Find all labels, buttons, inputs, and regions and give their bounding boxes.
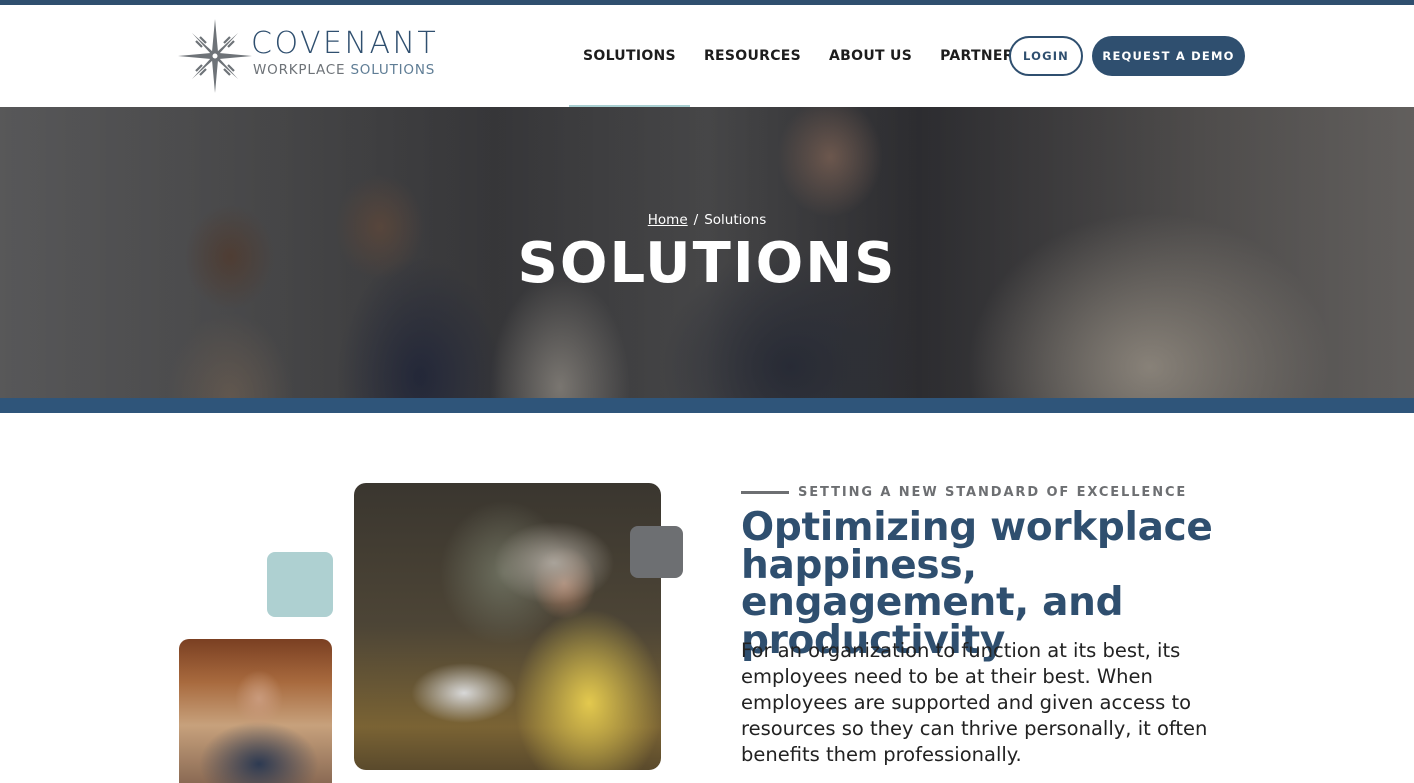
page-title: SOLUTIONS	[517, 231, 897, 296]
login-button[interactable]: LOGIN	[1009, 36, 1083, 76]
breadcrumb-home-link[interactable]: Home	[648, 212, 688, 228]
nav-item-about-us[interactable]: ABOUT US	[815, 5, 926, 107]
compass-star-icon	[178, 19, 252, 93]
nav-item-solutions[interactable]: SOLUTIONS	[569, 5, 690, 109]
breadcrumb-separator: /	[693, 212, 699, 228]
eyebrow-text: SETTING A NEW STANDARD OF EXCELLENCE	[798, 485, 1188, 500]
logo-tagline: WORKPLACE SOLUTIONS	[253, 62, 435, 78]
site-header: COVENANT WORKPLACE SOLUTIONS SOLUTIONS R…	[0, 5, 1414, 109]
section-body-text: For an organization to function at its b…	[741, 639, 1208, 766]
hero-bottom-band	[0, 398, 1414, 413]
logo-wordmark: COVENANT	[251, 26, 439, 61]
logo-link[interactable]: COVENANT WORKPLACE SOLUTIONS	[178, 19, 448, 99]
main-nav: SOLUTIONS RESOURCES ABOUT US PARTNERS	[569, 5, 1038, 109]
request-demo-button[interactable]: REQUEST A DEMO	[1092, 36, 1245, 76]
man-with-tablet-photo	[179, 639, 332, 783]
logo-tagline-secondary: SOLUTIONS	[350, 62, 436, 78]
logo-tagline-primary: WORKPLACE	[253, 62, 346, 78]
breadcrumb-current: Solutions	[704, 212, 767, 228]
decorative-teal-square	[267, 552, 333, 617]
eyebrow-divider	[741, 491, 789, 494]
breadcrumb: Home / Solutions	[0, 212, 1414, 228]
decorative-gray-square	[630, 526, 683, 578]
woman-with-tablet-photo	[354, 483, 661, 770]
nav-item-resources[interactable]: RESOURCES	[690, 5, 815, 107]
section-headline: Optimizing workplace happiness, engageme…	[741, 505, 1213, 663]
eyebrow: SETTING A NEW STANDARD OF EXCELLENCE	[741, 485, 1187, 500]
